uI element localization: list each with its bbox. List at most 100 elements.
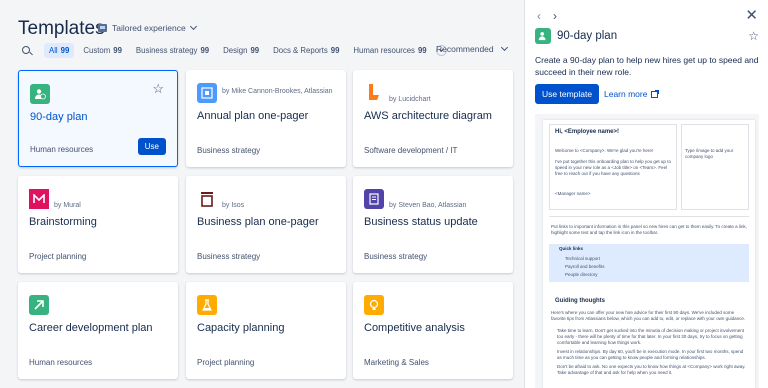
- template-card-career[interactable]: Career development plan Human resources: [18, 282, 178, 379]
- template-preview-panel: ‹ › ✕ 90-day plan ☆ Create a 90-day plan…: [524, 0, 768, 388]
- filter-label: Design: [223, 46, 248, 55]
- filter-human-resources[interactable]: Human resources 99: [348, 43, 431, 58]
- filter-business-strategy[interactable]: Business strategy 99: [131, 43, 214, 58]
- card-author: by Steven Bao, Atlassian: [389, 202, 467, 209]
- mural-logo-icon: [29, 189, 49, 209]
- template-card-aws[interactable]: by Lucidchart AWS architecture diagram S…: [353, 70, 513, 167]
- card-name: Business plan one-pager: [197, 216, 319, 228]
- preview-tip: Don't be afraid to ask. No one expects y…: [557, 364, 746, 375]
- filter-custom[interactable]: Custom 99: [78, 43, 127, 58]
- preview-document: Hi, <Employee name>! Welcome to <Company…: [543, 120, 755, 388]
- template-card-business-status[interactable]: by Steven Bao, Atlassian Business status…: [353, 176, 513, 273]
- lucidchart-logo-icon: [364, 83, 384, 103]
- monitor-icon: [98, 24, 107, 32]
- filter-label: Docs & Reports: [273, 46, 328, 55]
- template-preview: Hi, <Employee name>! Welcome to <Company…: [535, 114, 759, 388]
- card-author: by Lucidchart: [389, 96, 431, 103]
- close-icon[interactable]: ✕: [745, 6, 758, 24]
- tailored-experience-dropdown[interactable]: Tailored experience: [98, 22, 197, 33]
- preview-body: I've put together this onboarding plan t…: [555, 159, 671, 176]
- filter-label: Business strategy: [135, 46, 198, 55]
- card-category: Project planning: [29, 252, 87, 261]
- star-icon[interactable]: ☆: [748, 29, 759, 43]
- template-card-brainstorming[interactable]: by Mural Brainstorming Project planning: [18, 176, 178, 273]
- template-card-90-day-plan[interactable]: ☆ 90-day plan Human resources Use: [18, 70, 178, 167]
- filter-count: 99: [250, 46, 260, 55]
- preview-links-intro: Put links to important information in th…: [551, 224, 747, 235]
- tailored-experience-label: Tailored experience: [112, 23, 186, 33]
- person-check-icon: [535, 28, 551, 44]
- filter-count: 99: [60, 46, 70, 55]
- search-icon[interactable]: [20, 44, 34, 58]
- learn-more-label: Learn more: [604, 89, 648, 99]
- panel-description: Create a 90-day plan to help new hires g…: [535, 55, 759, 77]
- preview-guiding-intro: Here's where you can offer your new hire…: [551, 310, 746, 321]
- card-name: Annual plan one-pager: [197, 110, 309, 122]
- arrow-up-right-icon: [29, 295, 49, 315]
- card-category: Human resources: [29, 358, 93, 367]
- panel-navigation: ‹ ›: [537, 9, 557, 23]
- filter-label: All: [49, 46, 58, 55]
- filter-bar: All 99 Custom 99 Business strategy 99 Desig…: [20, 43, 447, 58]
- card-category: Software development / IT: [364, 146, 458, 155]
- preview-divider: [549, 216, 749, 217]
- chevron-down-icon: [500, 43, 508, 52]
- filter-label: Custom: [83, 46, 111, 55]
- learn-more-link[interactable]: Learn more: [604, 89, 660, 99]
- template-card-annual-plan[interactable]: by Mike Cannon-Brookes, Atlassian Annual…: [186, 70, 346, 167]
- template-card-business-plan[interactable]: by Isos Business plan one-pager Business…: [186, 176, 346, 273]
- filter-count: 99: [417, 46, 427, 55]
- page-title: Templates: [18, 18, 105, 39]
- filter-label: Human resources: [353, 46, 415, 55]
- card-author: by Mural: [54, 202, 81, 209]
- filter-count: 99: [200, 46, 210, 55]
- use-template-button[interactable]: Use template: [535, 84, 600, 104]
- star-icon[interactable]: ☆: [152, 82, 164, 95]
- preview-manager: <Manager name>: [555, 191, 591, 196]
- card-author: by Mike Cannon-Brookes, Atlassian: [222, 88, 333, 95]
- filter-count: 99: [330, 46, 340, 55]
- isos-logo-icon: [197, 189, 217, 209]
- card-name: 90-day plan: [30, 111, 88, 123]
- card-category: Business strategy: [197, 146, 261, 155]
- filter-docs-reports[interactable]: Docs & Reports 99: [268, 43, 344, 58]
- preview-greeting: Hi, <Employee name>!: [555, 129, 620, 135]
- preview-tip: Take time to learn. Don't get sucked int…: [557, 328, 744, 345]
- filter-design[interactable]: Design 99: [218, 43, 264, 58]
- filter-count: 99: [113, 46, 122, 55]
- template-gallery: Templates Tailored experience All 99 Cust…: [0, 0, 524, 388]
- annual-plan-icon: [197, 83, 217, 103]
- card-category: Marketing & Sales: [364, 358, 429, 367]
- card-name: Brainstorming: [29, 216, 97, 228]
- sort-dropdown[interactable]: Recommended: [436, 43, 508, 54]
- card-author: by Isos: [222, 202, 245, 209]
- card-category: Project planning: [197, 358, 255, 367]
- card-name: Career development plan: [29, 322, 153, 334]
- preview-link: Payroll and benefits: [565, 264, 605, 269]
- use-button[interactable]: Use: [137, 138, 166, 155]
- preview-quick-links-title: Quick links: [559, 246, 584, 251]
- card-category: Business strategy: [364, 252, 428, 261]
- card-name: Business status update: [364, 216, 478, 228]
- card-category: Human resources: [30, 145, 94, 154]
- chevron-right-icon[interactable]: ›: [553, 9, 557, 23]
- filter-all[interactable]: All 99: [44, 43, 75, 58]
- preview-link: Technical support: [565, 256, 601, 261]
- card-name: Capacity planning: [197, 322, 285, 334]
- status-doc-icon: [364, 189, 384, 209]
- chevron-left-icon[interactable]: ‹: [537, 9, 541, 23]
- template-card-competitive[interactable]: Competitive analysis Marketing & Sales: [353, 282, 513, 379]
- external-link-icon: [651, 89, 660, 98]
- sort-label: Recommended: [436, 44, 494, 54]
- preview-welcome: Welcome to <Company>. We're glad you're …: [555, 148, 654, 153]
- chevron-down-icon: [189, 22, 197, 31]
- panel-title: 90-day plan: [557, 30, 618, 42]
- template-card-capacity[interactable]: Capacity planning Project planning: [186, 282, 346, 379]
- flask-icon: [197, 295, 217, 315]
- card-category: Business strategy: [197, 252, 261, 261]
- lightbulb-icon: [364, 295, 384, 315]
- person-check-icon: [30, 84, 50, 104]
- preview-guiding-title: Guiding thoughts: [555, 298, 605, 304]
- preview-image-hint: Type /image to add your company logo: [685, 148, 734, 159]
- preview-logo-box: [681, 124, 749, 210]
